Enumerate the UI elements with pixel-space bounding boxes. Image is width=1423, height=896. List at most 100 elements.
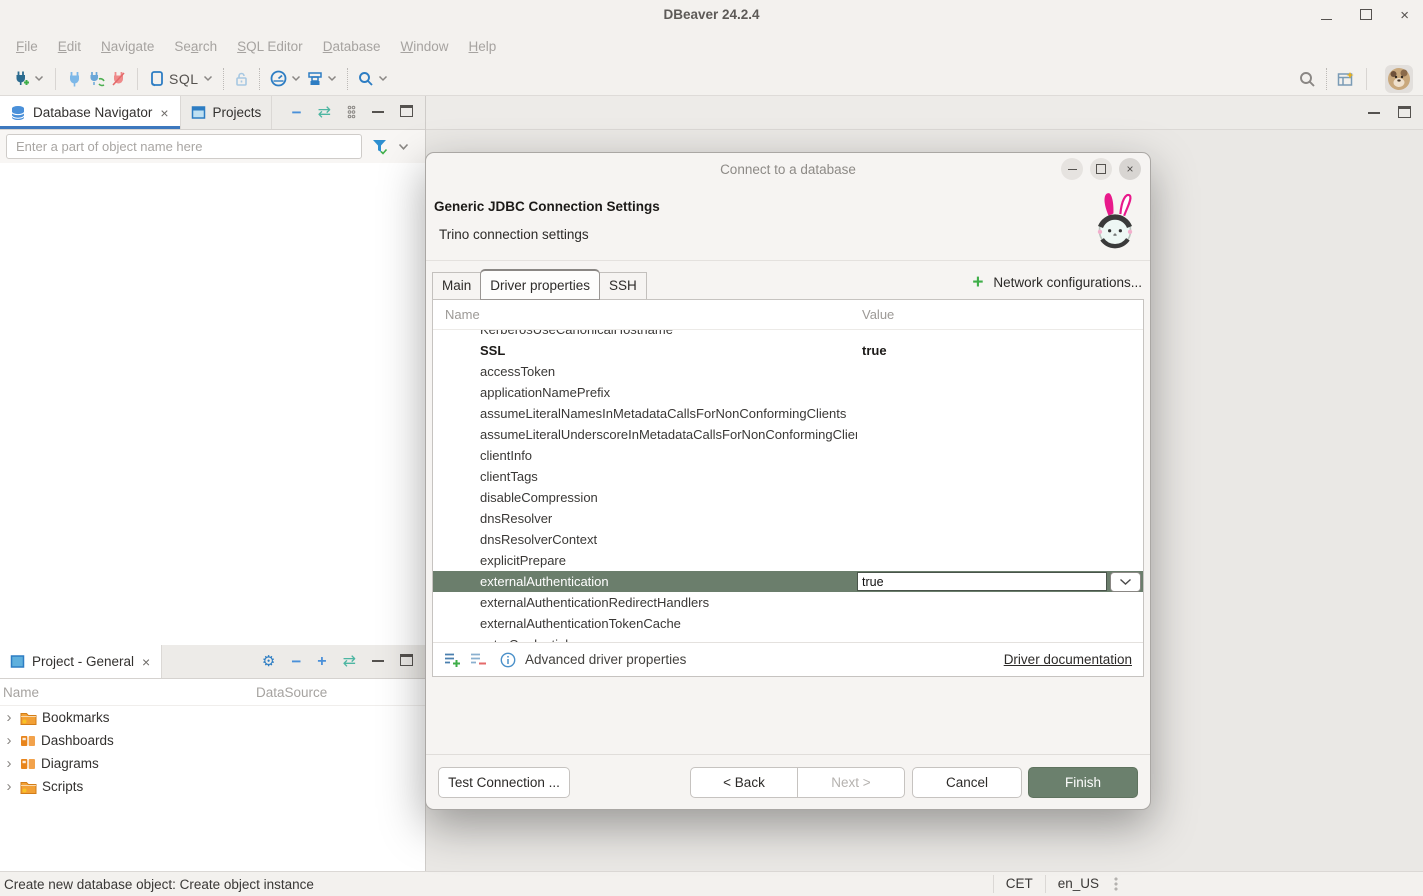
- cancel-button[interactable]: Cancel: [912, 767, 1022, 798]
- tree-item[interactable]: › Scripts: [0, 775, 425, 798]
- window-minimize-button[interactable]: [1321, 8, 1332, 23]
- tab-projects[interactable]: Projects: [181, 96, 273, 129]
- tree-item[interactable]: › Dashboards: [0, 729, 425, 752]
- window-close-button[interactable]: ×: [1400, 8, 1409, 23]
- link-with-editor-button[interactable]: ⇄: [318, 105, 331, 121]
- chevron-down-icon[interactable]: [398, 143, 409, 151]
- remove-property-icon[interactable]: [470, 652, 487, 667]
- dialog-titlebar[interactable]: Connect to a database ×: [426, 153, 1150, 185]
- menu-item[interactable]: Search: [164, 34, 227, 59]
- next-button[interactable]: Next >: [797, 767, 905, 798]
- column-header-name[interactable]: Name: [433, 300, 857, 329]
- property-row[interactable]: disableCompression: [433, 487, 1143, 508]
- property-row[interactable]: assumeLiteralNamesInMetadataCallsForNonC…: [433, 403, 1143, 424]
- column-header-value[interactable]: Value: [857, 300, 1143, 329]
- column-header-datasource[interactable]: DataSource: [256, 685, 327, 700]
- toolbar-separator: [55, 68, 56, 90]
- property-row[interactable]: SSL true: [433, 340, 1143, 361]
- dialog-minimize-button[interactable]: [1061, 158, 1083, 180]
- panel-maximize-button[interactable]: [1398, 106, 1411, 121]
- expand-all-button[interactable]: +: [317, 654, 326, 670]
- close-icon[interactable]: ×: [141, 654, 151, 670]
- finish-button[interactable]: Finish: [1028, 767, 1138, 798]
- navigator-tree[interactable]: [0, 163, 425, 645]
- property-name: clientInfo: [433, 445, 857, 466]
- dialog-close-button[interactable]: ×: [1119, 158, 1141, 180]
- filter-icon[interactable]: [371, 138, 389, 155]
- global-search-button[interactable]: [1296, 67, 1319, 92]
- dialog-heading: Generic JDBC Connection Settings: [434, 199, 660, 214]
- main-toolbar: SQL: [0, 62, 1423, 96]
- driver-manager-button[interactable]: [304, 67, 340, 91]
- property-row[interactable]: clientInfo: [433, 445, 1143, 466]
- property-row[interactable]: dnsResolver: [433, 508, 1143, 529]
- property-row[interactable]: accessToken: [433, 361, 1143, 382]
- back-button[interactable]: < Back: [690, 767, 798, 798]
- menu-item[interactable]: File: [6, 34, 48, 59]
- sql-editor-button[interactable]: SQL: [146, 66, 216, 91]
- property-value: [857, 550, 1143, 571]
- tab-database-navigator[interactable]: Database Navigator ×: [0, 96, 181, 129]
- driver-documentation-link[interactable]: Driver documentation: [1004, 652, 1132, 667]
- commit-mode-button[interactable]: [231, 67, 252, 91]
- close-icon[interactable]: ×: [159, 105, 169, 121]
- driver-manager-icon: [307, 71, 323, 87]
- gear-icon[interactable]: ⚙: [262, 654, 275, 669]
- value-dropdown-button[interactable]: [1110, 572, 1141, 592]
- info-icon: [500, 652, 516, 668]
- panel-minimize-button[interactable]: [372, 654, 384, 669]
- dialog-tab[interactable]: Driver properties: [480, 269, 600, 300]
- property-row[interactable]: externalAuthentication: [433, 571, 1143, 592]
- network-configurations-button[interactable]: +Network configurations...: [972, 273, 1142, 292]
- panel-maximize-button[interactable]: [400, 654, 413, 669]
- property-row[interactable]: externalAuthenticationRedirectHandlers: [433, 592, 1143, 613]
- chevron-right-icon[interactable]: ›: [3, 732, 15, 749]
- dialog-tab[interactable]: SSH: [599, 272, 647, 299]
- property-value: [857, 403, 1143, 424]
- column-header-name[interactable]: Name: [0, 685, 256, 700]
- object-filter-input[interactable]: [6, 134, 362, 159]
- view-menu-dots-icon[interactable]: [347, 105, 356, 121]
- reconnect-button[interactable]: [85, 67, 108, 91]
- property-row[interactable]: assumeLiteralUnderscoreInMetadataCallsFo…: [433, 424, 1143, 445]
- tab-project-general[interactable]: Project - General ×: [0, 645, 162, 678]
- collapse-all-button[interactable]: −: [292, 104, 302, 121]
- disconnect-button[interactable]: [108, 67, 129, 91]
- property-row[interactable]: externalAuthenticationTokenCache: [433, 613, 1143, 634]
- menu-item[interactable]: Edit: [48, 34, 91, 59]
- chevron-right-icon[interactable]: ›: [3, 778, 15, 795]
- link-with-editor-button[interactable]: ⇄: [343, 654, 356, 670]
- property-row[interactable]: applicationNamePrefix: [433, 382, 1143, 403]
- chevron-right-icon[interactable]: ›: [3, 709, 15, 726]
- properties-table-viewport[interactable]: KerberosUseCanonicalHostname SSL true ac…: [433, 330, 1143, 642]
- property-row[interactable]: KerberosUseCanonicalHostname: [433, 330, 1143, 340]
- property-row[interactable]: extraCredentials: [433, 634, 1143, 642]
- menu-item[interactable]: Help: [459, 34, 507, 59]
- menu-item[interactable]: SQL Editor: [227, 34, 313, 59]
- tree-item[interactable]: › Bookmarks: [0, 706, 425, 729]
- add-property-icon[interactable]: [444, 652, 461, 667]
- window-maximize-button[interactable]: [1360, 8, 1372, 23]
- tree-item[interactable]: › Diagrams: [0, 752, 425, 775]
- chevron-right-icon[interactable]: ›: [3, 755, 15, 772]
- panel-maximize-button[interactable]: [400, 105, 413, 120]
- connect-button[interactable]: [64, 67, 85, 91]
- open-perspective-button[interactable]: [1334, 67, 1358, 92]
- property-row[interactable]: clientTags: [433, 466, 1143, 487]
- panel-minimize-button[interactable]: [1368, 106, 1380, 121]
- collapse-all-button[interactable]: −: [291, 653, 301, 670]
- property-row[interactable]: dnsResolverContext: [433, 529, 1143, 550]
- dialog-maximize-button[interactable]: [1090, 158, 1112, 180]
- menu-item[interactable]: Database: [313, 34, 391, 59]
- panel-minimize-button[interactable]: [372, 105, 384, 120]
- test-connection-button[interactable]: Test Connection ...: [438, 767, 570, 798]
- menu-item[interactable]: Navigate: [91, 34, 164, 59]
- search-menu-button[interactable]: [355, 67, 391, 91]
- new-connection-button[interactable]: [10, 66, 47, 91]
- dialog-tab[interactable]: Main: [432, 272, 481, 299]
- menu-item[interactable]: Window: [390, 34, 458, 59]
- property-value-input[interactable]: [857, 572, 1107, 591]
- dashboard-button[interactable]: [267, 66, 304, 91]
- user-avatar-button[interactable]: [1385, 65, 1413, 93]
- property-row[interactable]: explicitPrepare: [433, 550, 1143, 571]
